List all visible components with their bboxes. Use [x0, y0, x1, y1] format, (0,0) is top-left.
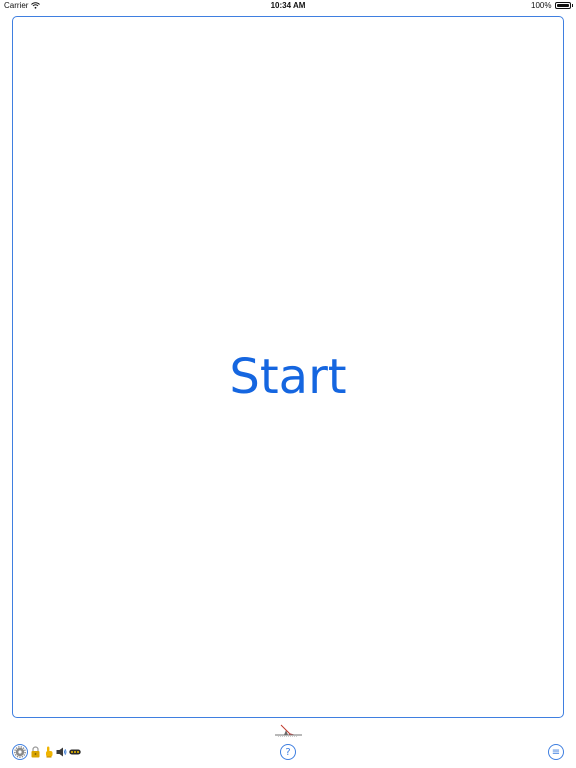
lock-icon[interactable]	[30, 746, 41, 758]
app-logo-icon	[275, 724, 302, 737]
status-bar: Carrier 10:34 AM 100%	[0, 0, 576, 12]
start-button[interactable]: Start	[13, 349, 563, 405]
help-label: ?	[285, 746, 291, 758]
battery-percent: 100%	[531, 1, 552, 10]
battery-fill	[556, 4, 569, 7]
pointing-hand-icon[interactable]	[43, 746, 54, 758]
bottom-left-toolbar	[12, 744, 81, 760]
battery-icon	[554, 2, 571, 9]
ellipsis-icon[interactable]	[69, 746, 81, 758]
status-time: 10:34 AM	[270, 1, 306, 10]
menu-button[interactable]: ≡	[548, 744, 564, 760]
status-battery: 100%	[531, 1, 573, 10]
battery-tip	[571, 4, 573, 7]
menu-icon: ≡	[551, 746, 561, 758]
speaker-icon[interactable]	[56, 746, 67, 758]
gear-icon	[14, 746, 26, 758]
main-panel[interactable]: Start	[12, 16, 564, 718]
help-button[interactable]: ?	[280, 744, 296, 760]
settings-button[interactable]	[12, 744, 28, 760]
